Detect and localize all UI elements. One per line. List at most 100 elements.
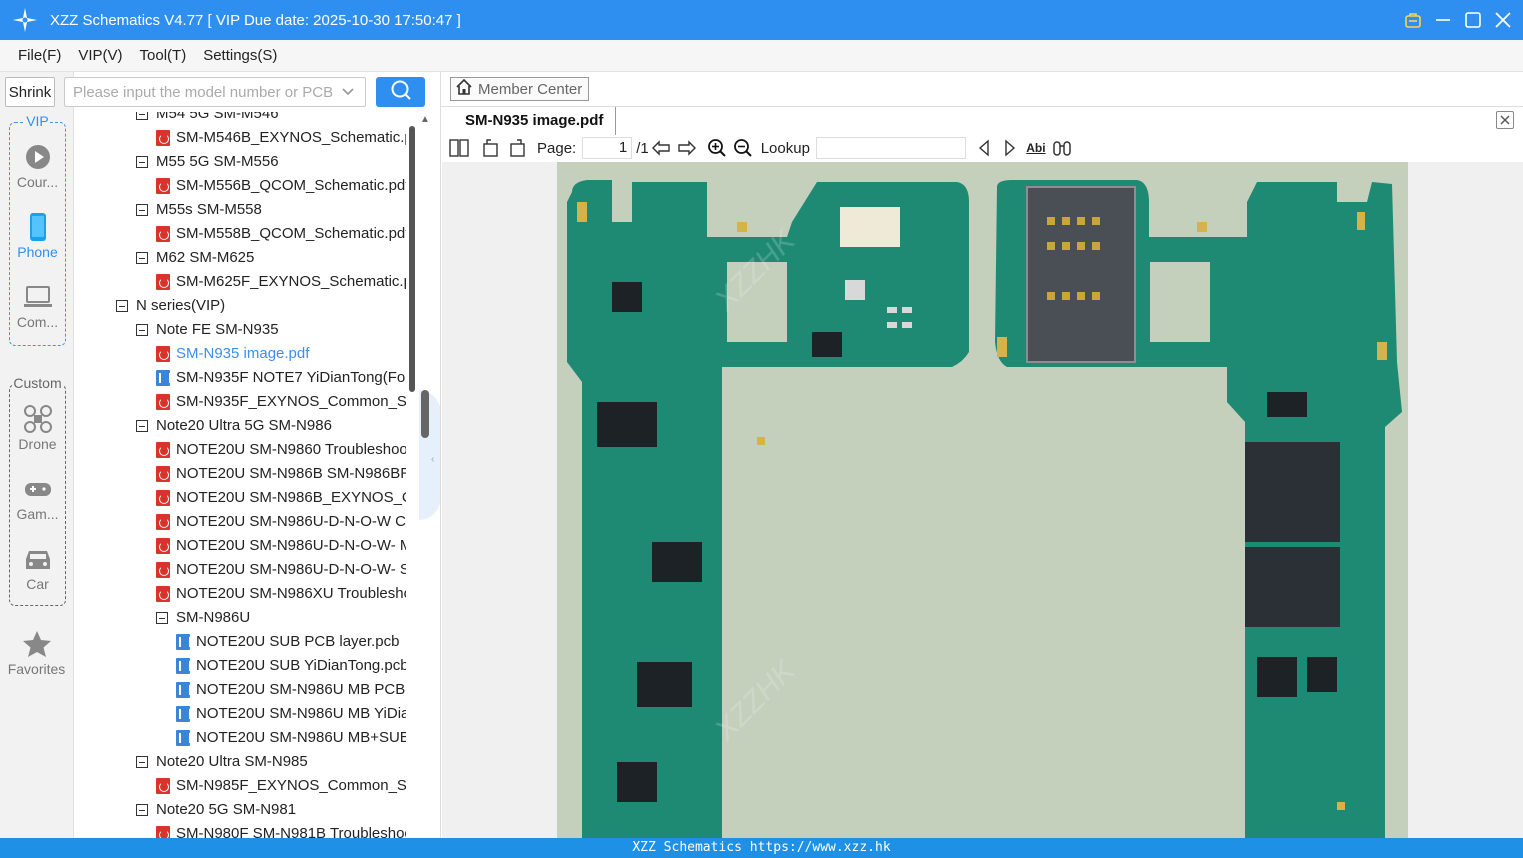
shrink-button[interactable]: Shrink bbox=[5, 77, 55, 107]
rotate-left-icon[interactable] bbox=[479, 136, 503, 160]
tree-folder[interactable]: M54 5G SM-M546 bbox=[136, 112, 279, 126]
collapse-toggle-icon[interactable] bbox=[136, 756, 148, 768]
scrollbar-thumb[interactable] bbox=[409, 126, 415, 392]
tree-file[interactable]: NOTE20U SM-N986U-D-N-O-W- S bbox=[156, 558, 406, 582]
document-canvas[interactable]: XZZHK XZZHK bbox=[442, 162, 1523, 838]
tab-sm-n935-image[interactable]: SM-N935 image.pdf bbox=[453, 107, 617, 135]
next-page-icon[interactable] bbox=[675, 136, 699, 160]
vip-bag-icon[interactable] bbox=[1403, 10, 1423, 30]
match-case-icon[interactable]: Abi bbox=[1024, 136, 1048, 160]
pdf-file-icon bbox=[156, 442, 170, 458]
tree-folder[interactable]: Note FE SM-N935 bbox=[136, 318, 279, 342]
minimize-icon[interactable] bbox=[1433, 10, 1453, 30]
tree-file[interactable]: NOTE20U SM-N986U MB YiDian bbox=[176, 702, 406, 726]
tree-item-label: SM-M625F_EXYNOS_Schematic.pd bbox=[176, 273, 406, 290]
tree-item-label: NOTE20U SUB PCB layer.pcb bbox=[196, 633, 400, 650]
pcb-file-icon bbox=[176, 706, 191, 722]
tree-file[interactable]: NOTE20U SM-N986B_EXYNOS_Cor bbox=[156, 486, 406, 510]
collapse-toggle-icon[interactable] bbox=[136, 156, 148, 168]
rail-item-phone[interactable]: Phone bbox=[10, 213, 65, 260]
collapse-toggle-icon[interactable] bbox=[136, 112, 148, 120]
tree-folder[interactable]: M62 SM-M625 bbox=[136, 246, 254, 270]
menu-file[interactable]: File(F) bbox=[9, 47, 69, 64]
zoom-out-icon[interactable] bbox=[731, 136, 755, 160]
rail-item-course[interactable]: Cour... bbox=[10, 143, 65, 190]
tree-folder[interactable]: M55s SM-M558 bbox=[136, 198, 262, 222]
tree-file[interactable]: SM-N935 image.pdf bbox=[156, 342, 309, 366]
pdf-file-icon bbox=[156, 538, 170, 554]
tree-folder[interactable]: Note20 Ultra SM-N985 bbox=[136, 750, 308, 774]
prev-page-icon[interactable] bbox=[649, 136, 673, 160]
tree-item-label: SM-N986U bbox=[176, 609, 251, 626]
tree-file[interactable]: SM-M558B_QCOM_Schematic.pdf bbox=[156, 222, 406, 246]
tree-folder[interactable]: SM-N986U bbox=[156, 606, 250, 630]
zoom-in-icon[interactable] bbox=[705, 136, 729, 160]
collapse-toggle-icon[interactable] bbox=[136, 804, 148, 816]
collapse-toggle-icon[interactable] bbox=[136, 420, 148, 432]
menu-vip[interactable]: VIP(V) bbox=[69, 47, 130, 64]
search-placeholder: Please input the model number or PCB bbox=[73, 83, 334, 101]
search-row: Shrink Please input the model number or … bbox=[0, 72, 440, 112]
maximize-icon[interactable] bbox=[1463, 10, 1483, 30]
splitter-grip[interactable] bbox=[421, 390, 429, 438]
search-icon bbox=[390, 79, 412, 105]
tree-folder[interactable]: M55 5G SM-M556 bbox=[136, 150, 279, 174]
tree-file[interactable]: SM-N985F_EXYNOS_Common_Serv bbox=[156, 774, 406, 798]
close-tab-icon[interactable] bbox=[1496, 111, 1514, 129]
rail-item-computer[interactable]: Com... bbox=[10, 283, 65, 330]
rail-item-games[interactable]: Gam... bbox=[10, 475, 65, 522]
scroll-up-icon[interactable]: ▲ bbox=[420, 114, 430, 125]
collapse-toggle-icon[interactable] bbox=[116, 300, 128, 312]
tree-file[interactable]: NOTE20U SM-N986XU Troublesho bbox=[156, 582, 406, 606]
panel-collapse-handle[interactable]: ‹ bbox=[419, 390, 441, 520]
close-icon[interactable] bbox=[1493, 10, 1513, 30]
tree-folder[interactable]: N series(VIP) bbox=[116, 294, 225, 318]
page-number-input[interactable]: 1 bbox=[582, 137, 633, 159]
collapse-toggle-icon[interactable] bbox=[156, 612, 168, 624]
tree-folder[interactable]: Note20 Ultra 5G SM-N986 bbox=[136, 414, 332, 438]
tree-file[interactable]: NOTE20U SM-N986U-D-N-O-W Cc bbox=[156, 510, 406, 534]
tree-file[interactable]: SM-N980F SM-N981B Troubleshoo bbox=[156, 822, 406, 838]
tree-file[interactable]: SM-M625F_EXYNOS_Schematic.pd bbox=[156, 270, 406, 294]
chevron-down-icon[interactable] bbox=[341, 85, 355, 103]
menu-settings[interactable]: Settings(S) bbox=[194, 47, 285, 64]
collapse-toggle-icon[interactable] bbox=[136, 204, 148, 216]
menu-tool[interactable]: Tool(T) bbox=[131, 47, 195, 64]
collapse-toggle-icon[interactable] bbox=[136, 252, 148, 264]
rail-item-drone[interactable]: Drone bbox=[10, 405, 65, 452]
tree-file[interactable]: SM-M546B_EXYNOS_Schematic.pd bbox=[156, 126, 406, 150]
rail-item-favorites[interactable]: Favorites bbox=[0, 630, 73, 677]
car-icon bbox=[23, 545, 53, 573]
tree-folder[interactable]: Note20 5G SM-N981 bbox=[136, 798, 296, 822]
rotate-right-icon[interactable] bbox=[505, 136, 529, 160]
pdf-file-icon bbox=[156, 226, 170, 242]
tree-file[interactable]: NOTE20U SUB YiDianTong.pcb bbox=[176, 654, 406, 678]
rail-item-car[interactable]: Car bbox=[10, 545, 65, 592]
pdf-file-icon bbox=[156, 562, 170, 578]
find-next-icon[interactable] bbox=[998, 136, 1022, 160]
tree-file[interactable]: SM-N935F NOTE7 YiDianTong(For bbox=[156, 366, 406, 390]
collapse-toggle-icon[interactable] bbox=[136, 324, 148, 336]
vip-group-label: VIP bbox=[25, 113, 50, 129]
tree-item-label: NOTE20U SM-N986B_EXYNOS_Cor bbox=[176, 489, 406, 506]
lookup-input[interactable] bbox=[815, 137, 966, 159]
search-input[interactable]: Please input the model number or PCB bbox=[64, 77, 366, 107]
tree-file[interactable]: NOTE20U SM-N986U MB PCB la bbox=[176, 678, 406, 702]
page-label: Page: bbox=[537, 139, 577, 157]
member-center-label: Member Center bbox=[478, 80, 583, 98]
chevron-left-icon: ‹ bbox=[431, 454, 435, 465]
tree-file[interactable]: NOTE20U SM-N986B SM-N986BR T bbox=[156, 462, 406, 486]
binoculars-icon[interactable] bbox=[1050, 136, 1074, 160]
tree-file[interactable]: SM-M556B_QCOM_Schematic.pdf bbox=[156, 174, 406, 198]
pcb-file-icon bbox=[176, 730, 191, 746]
tree-file[interactable]: NOTE20U SM-N986U MB+SUB Y bbox=[176, 726, 406, 750]
pcb-file-icon bbox=[176, 682, 191, 698]
tree-file[interactable]: SM-N935F_EXYNOS_Common_Serv bbox=[156, 390, 406, 414]
tree-file[interactable]: NOTE20U SM-N9860 Troubleshoot bbox=[156, 438, 406, 462]
tree-file[interactable]: NOTE20U SM-N986U-D-N-O-W- M bbox=[156, 534, 406, 558]
find-prev-icon[interactable] bbox=[972, 136, 996, 160]
two-page-icon[interactable] bbox=[447, 136, 471, 160]
member-center-button[interactable]: Member Center bbox=[450, 77, 589, 101]
search-button[interactable] bbox=[376, 77, 425, 107]
tree-file[interactable]: NOTE20U SUB PCB layer.pcb bbox=[176, 630, 399, 654]
